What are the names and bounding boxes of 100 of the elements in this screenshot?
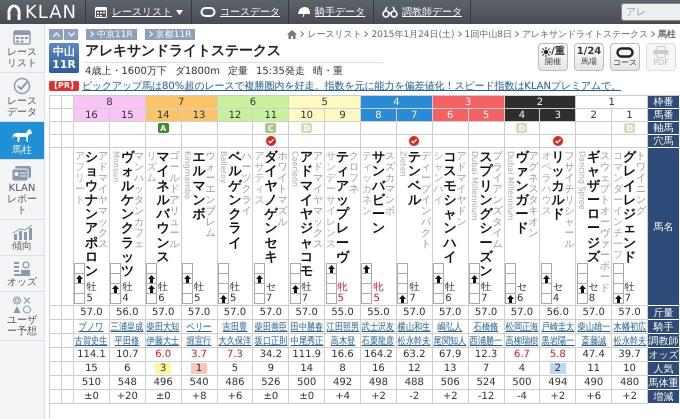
trainer-link[interactable]: 斎藤誠 (581, 334, 606, 348)
trainer-link[interactable]: 中尾秀正 (290, 334, 324, 348)
prediction-box[interactable] (74, 273, 86, 284)
weight-change: ±0 (74, 390, 110, 404)
loop-track-icon (616, 46, 634, 58)
jockey-link[interactable]: 田中勝春 (290, 320, 324, 334)
horse-number: 15 (110, 109, 146, 122)
nav-link[interactable]: 調教師データ (374, 0, 472, 24)
jockey-link[interactable]: ブノワ (79, 320, 104, 334)
breadcrumb-link[interactable]: 1回中山8日 (464, 28, 512, 40)
trainer-link[interactable]: 西浦勝一 (470, 334, 502, 348)
prediction-box[interactable] (182, 273, 194, 284)
horse-name: ショウナンアポロン (84, 151, 98, 280)
horse-number: 14 (146, 109, 182, 122)
jockey-link[interactable]: 石橋脩 (474, 320, 498, 334)
horse-number: 2 (576, 109, 612, 122)
trainer-link[interactable]: 平田修 (115, 334, 140, 348)
sidebar-item[interactable]: オッズ (0, 256, 44, 292)
prediction-box[interactable] (576, 283, 588, 294)
previous-race-button[interactable] (49, 28, 63, 40)
course-button[interactable]: コース (610, 43, 640, 71)
jockey-link[interactable]: 木幡初広 (613, 320, 646, 334)
jockey-link[interactable]: 吉田豊 (222, 320, 248, 334)
next-race-button[interactable] (64, 28, 78, 40)
weather-button[interactable]: /重 開催 (538, 43, 568, 71)
jockey-link[interactable]: 松岡正海 (506, 320, 538, 334)
promo-link[interactable]: ピックアップ馬は80%超のレースで複勝圏内を好走。指数を元に能力を偏差値化！スピード指数はKLANプレミアムで。 (82, 79, 621, 93)
breadcrumb-link[interactable]: レースリスト (307, 28, 362, 40)
jockey-link[interactable]: ベリー (186, 320, 212, 334)
prediction-box[interactable] (540, 273, 552, 284)
trainer-link[interactable]: 黒岩陽一 (541, 334, 574, 348)
prediction-box[interactable] (361, 263, 372, 274)
sidebar-item[interactable]: 傾向 (0, 220, 44, 256)
date-button[interactable]: 1/24 馬場 (574, 43, 604, 71)
trainer-link[interactable]: 大久保洋 (218, 334, 252, 348)
horse-name: ベルゲンクライ (228, 151, 242, 252)
trainer-link[interactable]: 伊藤大士 (146, 334, 180, 348)
prediction-box[interactable] (433, 273, 444, 284)
sex-age: 牡5 (86, 282, 96, 304)
chevron-right-icon (300, 31, 304, 37)
trainer-link[interactable]: 石栗龍彦 (362, 334, 395, 348)
race-info: 15:35発走 (256, 64, 305, 78)
table-cell (361, 122, 397, 135)
breadcrumb-link[interactable]: アレキサンドライトステークス (522, 28, 648, 40)
up-arrow-icon (76, 274, 84, 282)
prediction-box[interactable] (110, 283, 122, 294)
prediction-box[interactable] (326, 263, 337, 274)
logo-text: KLAN (25, 2, 78, 22)
jockey-link[interactable]: 柴田大知 (146, 320, 180, 334)
row-label: 騎手 (648, 320, 680, 334)
trainer-link[interactable]: 古賀史生 (75, 334, 108, 348)
horse-name: エルマンボ (192, 151, 206, 222)
rank-mark: D (624, 123, 636, 133)
horse-number: 5 (468, 109, 504, 122)
nav-link[interactable]: 騎手データ (289, 0, 374, 24)
weight-carried: 57.0 (289, 306, 326, 320)
sidebar-item[interactable]: KLAN レポート (0, 160, 44, 220)
odds-value: 16.6 (325, 348, 361, 362)
prediction-box[interactable] (397, 293, 408, 304)
jockey-link[interactable]: 戸崎圭太 (541, 320, 574, 334)
jockey-link[interactable]: 三浦皇成 (110, 320, 144, 334)
sire-name: ディープインパクト (420, 151, 431, 250)
nav-link[interactable]: レースリスト (86, 0, 192, 24)
nav-link[interactable]: コースデータ (192, 0, 290, 24)
search-field[interactable]: アレ (621, 3, 680, 21)
body-weight: 500 (504, 376, 540, 390)
jockey-link[interactable]: 江田照男 (326, 320, 359, 334)
trainer-link[interactable]: 坂口正則 (254, 334, 288, 348)
sidebar-item[interactable]: レースリスト (0, 24, 44, 73)
prediction-box[interactable] (469, 273, 480, 284)
sidebar-item[interactable]: 馬柱 (0, 122, 44, 160)
jockey-link[interactable]: 横山和生 (398, 320, 431, 334)
dam-sire-name: オペラハウス (541, 151, 552, 217)
rank-mark: D (301, 123, 312, 133)
prediction-box[interactable] (254, 273, 265, 284)
breadcrumb-link[interactable]: 2015年1月24日(土) (371, 28, 455, 40)
odds-value: 111.9 (289, 348, 326, 362)
trainer-link[interactable]: 高木登 (330, 334, 355, 348)
sidebar-item[interactable]: ユーザー予想 (0, 292, 44, 341)
prediction-box[interactable] (290, 283, 301, 294)
jockey-link[interactable]: 柴山雄一 (577, 320, 610, 334)
jockey-link[interactable]: 嶋弘人 (438, 320, 462, 334)
trainer-link[interactable]: 高柳瑞樹 (506, 334, 538, 348)
binoculars-icon (382, 6, 398, 18)
venue-name: 中山 (53, 45, 75, 58)
trainer-link[interactable]: 堀宣行 (186, 334, 212, 348)
race-title: アレキサンドライトステークス (85, 43, 282, 60)
prediction-marks-icon (12, 296, 32, 314)
up-arrow-icon (578, 284, 586, 292)
trainer-link[interactable]: 松永幹夫 (398, 334, 431, 348)
prediction-box[interactable] (146, 283, 158, 294)
jockey-link[interactable]: 武士沢友 (362, 320, 395, 334)
trainer-link[interactable]: 松永幹夫 (613, 334, 646, 348)
jockey-link[interactable]: 柴田善臣 (254, 320, 288, 334)
prediction-box[interactable] (612, 293, 624, 304)
body-weight: 492 (325, 376, 361, 390)
trainer-link[interactable]: 尾関知人 (434, 334, 467, 348)
prediction-box[interactable] (218, 293, 229, 304)
prediction-box[interactable] (504, 293, 516, 304)
prediction-box[interactable] (146, 273, 158, 284)
